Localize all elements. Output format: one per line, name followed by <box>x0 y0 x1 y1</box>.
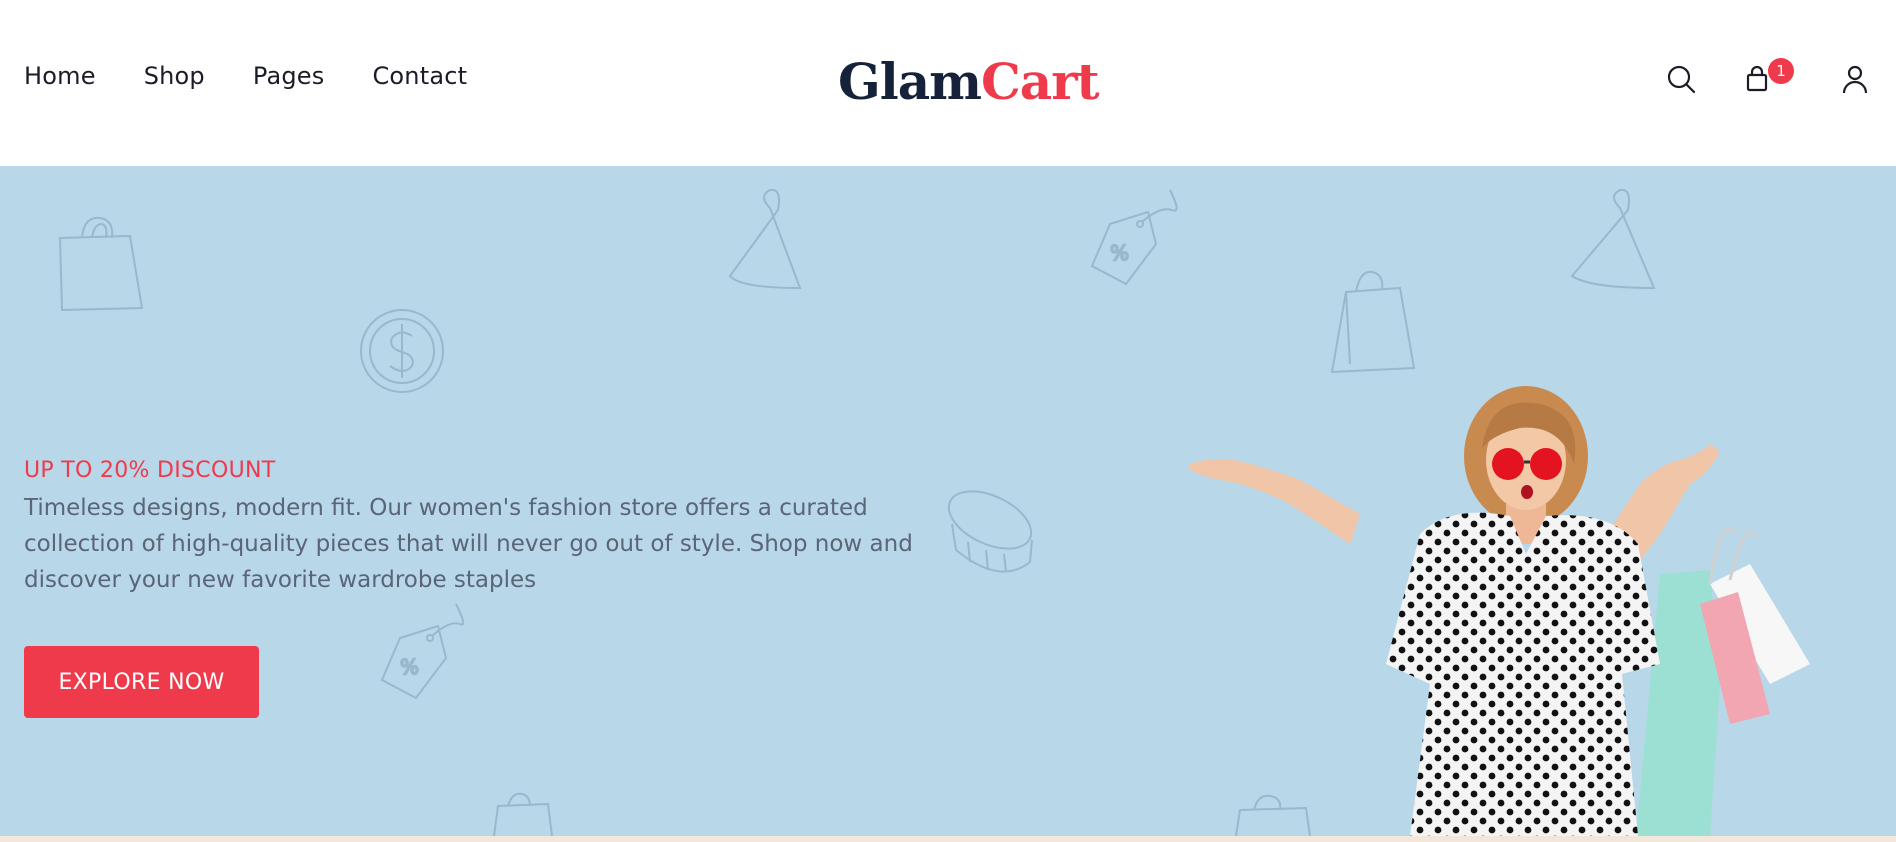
coin-doodle-icon <box>360 309 444 393</box>
shopping-bag-doodle-icon <box>58 216 144 312</box>
cart-count-badge: 1 <box>1768 58 1794 84</box>
hero-bottom-strip <box>0 836 1896 842</box>
shopping-bag-doodle-icon-2 <box>1330 270 1416 374</box>
hero-description: Timeless designs, modern fit. Our women'… <box>24 495 913 593</box>
user-icon[interactable] <box>1838 62 1872 96</box>
svg-text:%: % <box>400 655 419 679</box>
hanger-doodle-icon-2 <box>1570 188 1656 290</box>
coin-side-doodle-icon <box>947 490 1033 573</box>
header-actions: 1 <box>0 58 1896 102</box>
hero-banner: % % UP TO 20% DISCOUNT Timeless designs,… <box>0 166 1896 836</box>
hero-model-image <box>1190 386 1810 836</box>
site-header: Home Shop Pages Contact GlamCart 1 <box>0 0 1896 166</box>
search-icon[interactable] <box>1664 62 1698 96</box>
price-tag-doodle-icon-2: % <box>380 603 465 700</box>
hanger-doodle-icon <box>728 188 802 290</box>
shopping-bag-doodle-icon-3 <box>493 792 553 836</box>
price-tag-doodle-icon: % <box>1090 189 1178 286</box>
discount-eyebrow: UP TO 20% DISCOUNT <box>24 458 276 483</box>
svg-text:%: % <box>1110 241 1129 265</box>
explore-now-button[interactable]: EXPLORE NOW <box>24 646 259 718</box>
